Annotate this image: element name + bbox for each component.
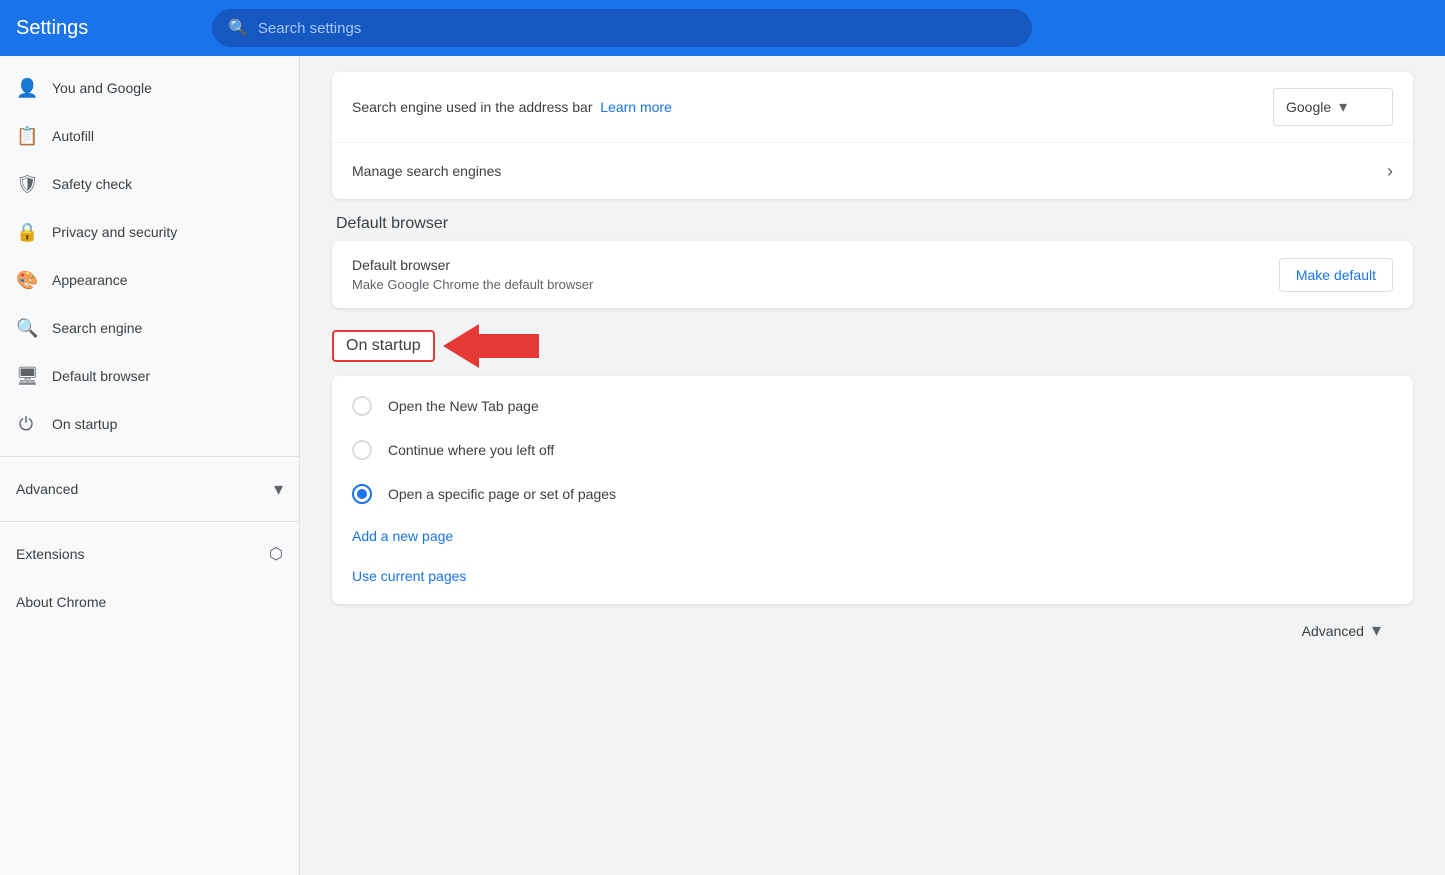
- radio-specific-page[interactable]: Open a specific page or set of pages: [332, 472, 1413, 516]
- sidebar-label: Autofill: [52, 128, 94, 144]
- make-default-button[interactable]: Make default: [1279, 258, 1393, 292]
- search-icon: 🔍: [16, 318, 36, 339]
- sidebar-label: Privacy and security: [52, 224, 177, 240]
- chevron-down-icon: ▾: [274, 479, 283, 500]
- search-engine-row: Search engine used in the address bar Le…: [332, 72, 1413, 143]
- radio-button-new-tab[interactable]: [352, 396, 372, 416]
- default-browser-heading: Default browser: [332, 215, 1413, 233]
- radio-label-continue: Continue where you left off: [388, 442, 554, 458]
- on-startup-annotation: On startup: [332, 324, 1413, 368]
- advanced-label: Advanced: [16, 481, 266, 497]
- sidebar-label: Search engine: [52, 320, 142, 336]
- bottom-bar: Advanced ▾: [332, 604, 1413, 657]
- extensions-label: Extensions: [16, 546, 261, 562]
- on-startup-card: Open the New Tab page Continue where you…: [332, 376, 1413, 604]
- sidebar-item-privacy-security[interactable]: 🔒 Privacy and security: [0, 208, 283, 256]
- sidebar-item-search-engine[interactable]: 🔍 Search engine: [0, 304, 283, 352]
- default-browser-subtitle: Make Google Chrome the default browser: [352, 277, 1279, 292]
- external-link-icon: ⬡: [269, 544, 283, 564]
- default-browser-title: Default browser: [352, 257, 1279, 273]
- sidebar-advanced[interactable]: Advanced ▾: [0, 465, 299, 513]
- layout: 👤 You and Google 📋 Autofill 🛡 Safety che…: [0, 56, 1445, 875]
- main-content: Search engine used in the address bar Le…: [300, 56, 1445, 875]
- app-title: Settings: [16, 17, 196, 40]
- learn-more-link[interactable]: Learn more: [600, 99, 672, 115]
- radio-inner-dot: [357, 489, 367, 499]
- use-current-pages-button[interactable]: Use current pages: [332, 556, 486, 596]
- search-bar[interactable]: 🔍: [212, 9, 1032, 47]
- sidebar-divider: [0, 456, 299, 457]
- search-input[interactable]: [258, 20, 1016, 37]
- sidebar-item-appearance[interactable]: 🎨 Appearance: [0, 256, 283, 304]
- dropdown-value: Google: [1286, 99, 1331, 115]
- sidebar-label: Default browser: [52, 368, 150, 384]
- sidebar-item-autofill[interactable]: 📋 Autofill: [0, 112, 283, 160]
- add-new-page-button[interactable]: Add a new page: [332, 516, 473, 556]
- search-engine-card: Search engine used in the address bar Le…: [332, 72, 1413, 199]
- sidebar-item-safety-check[interactable]: 🛡 Safety check: [0, 160, 283, 208]
- sidebar-label: Appearance: [52, 272, 128, 288]
- sidebar-label: On startup: [52, 416, 117, 432]
- radio-button-continue[interactable]: [352, 440, 372, 460]
- radio-label-new-tab: Open the New Tab page: [388, 398, 539, 414]
- radio-label-specific-page: Open a specific page or set of pages: [388, 486, 616, 502]
- sidebar-label: Safety check: [52, 176, 132, 192]
- default-browser-card: Default browser Make Google Chrome the d…: [332, 241, 1413, 308]
- sidebar-about-chrome[interactable]: About Chrome: [0, 578, 299, 626]
- shield-icon: 🛡: [16, 174, 36, 195]
- sidebar-divider-2: [0, 521, 299, 522]
- bottom-advanced-label[interactable]: Advanced: [1302, 623, 1364, 639]
- palette-icon: 🎨: [16, 270, 36, 291]
- arrow-body: [479, 334, 539, 358]
- on-startup-label: On startup: [332, 330, 435, 362]
- search-engine-text: Search engine used in the address bar Le…: [352, 99, 1273, 115]
- person-icon: 👤: [16, 78, 36, 99]
- sidebar: 👤 You and Google 📋 Autofill 🛡 Safety che…: [0, 56, 300, 875]
- startup-icon: ⏻: [16, 414, 36, 435]
- search-engine-control: Google ▾: [1273, 88, 1393, 126]
- radio-button-specific-page[interactable]: [352, 484, 372, 504]
- sidebar-item-default-browser[interactable]: 🖥 Default browser: [0, 352, 283, 400]
- sidebar-item-on-startup[interactable]: ⏻ On startup: [0, 400, 283, 448]
- autofill-icon: 📋: [16, 126, 36, 147]
- default-browser-text: Default browser Make Google Chrome the d…: [352, 257, 1279, 292]
- sidebar-item-you-and-google[interactable]: 👤 You and Google: [0, 64, 283, 112]
- search-engine-dropdown[interactable]: Google ▾: [1273, 88, 1393, 126]
- red-arrow-annotation: [443, 324, 539, 368]
- bottom-chevron-down-icon: ▾: [1372, 620, 1381, 641]
- sidebar-label: You and Google: [52, 80, 152, 96]
- about-chrome-label: About Chrome: [16, 594, 106, 610]
- default-browser-row: Default browser Make Google Chrome the d…: [332, 241, 1413, 308]
- sidebar-extensions[interactable]: Extensions ⬡: [0, 530, 299, 578]
- chevron-right-icon: ›: [1387, 161, 1393, 182]
- radio-continue[interactable]: Continue where you left off: [332, 428, 1413, 472]
- radio-new-tab[interactable]: Open the New Tab page: [332, 384, 1413, 428]
- chevron-down-icon: ▾: [1339, 97, 1347, 117]
- search-icon: 🔍: [228, 18, 248, 38]
- manage-search-engines-text: Manage search engines: [352, 163, 1387, 179]
- lock-icon: 🔒: [16, 222, 36, 243]
- header: Settings 🔍: [0, 0, 1445, 56]
- manage-search-engines-row[interactable]: Manage search engines ›: [332, 143, 1413, 199]
- browser-icon: 🖥: [16, 366, 36, 387]
- arrow-head: [443, 324, 479, 368]
